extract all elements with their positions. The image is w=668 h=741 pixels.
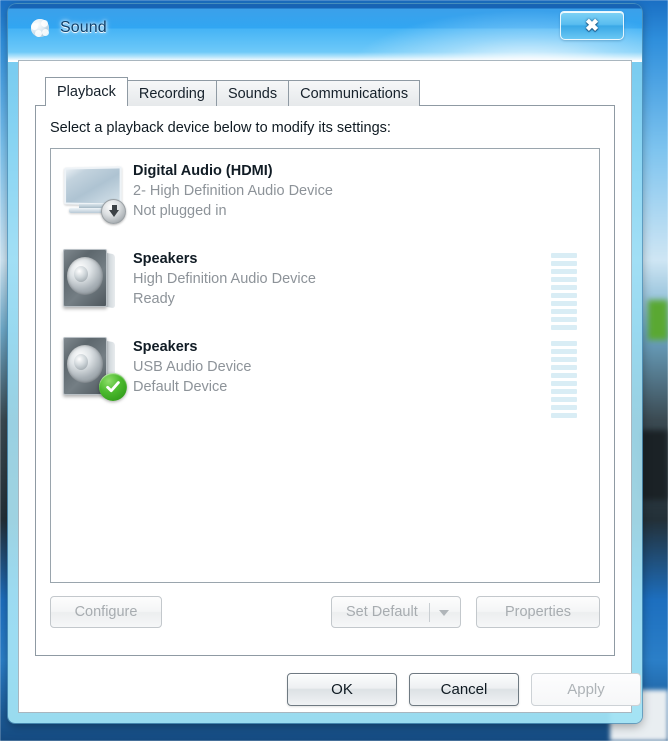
disabled-badge-icon (101, 199, 126, 224)
close-icon[interactable]: ✖ (560, 11, 624, 40)
tab-playback[interactable]: Playback (45, 77, 128, 106)
close-glyph: ✖ (584, 16, 600, 35)
device-driver: USB Audio Device (133, 359, 252, 375)
device-text-cell: Speakers High Definition Audio Device Re… (133, 243, 551, 309)
wallpaper-accent-dark (640, 430, 668, 500)
volume-meter-segment (551, 381, 577, 386)
speaker-icon (63, 249, 121, 311)
volume-meter-segment (551, 301, 577, 306)
tab-recording[interactable]: Recording (126, 80, 217, 106)
volume-meter-segment (551, 269, 577, 274)
default-check-badge-icon (99, 373, 127, 401)
volume-meter-segment (551, 365, 577, 370)
configure-button-label: Configure (74, 604, 138, 620)
tab-sounds-label: Sounds (227, 85, 278, 102)
device-status: Not plugged in (133, 203, 227, 219)
instruction-label: Select a playback device below to modify… (50, 120, 391, 136)
device-icon-cell (51, 243, 133, 317)
sound-dialog-window: Sound ✖ Playback Recording Sounds Commun… (8, 4, 642, 723)
tab-communications-label: Communications (300, 85, 409, 102)
volume-meter-segment (551, 405, 577, 410)
volume-meter-segment (551, 309, 577, 314)
tab-communications[interactable]: Communications (288, 80, 421, 106)
volume-meter-segment (551, 277, 577, 282)
tab-strip: Playback Recording Sounds Communications (45, 77, 421, 106)
apply-button-label: Apply (567, 681, 605, 698)
device-status: Default Device (133, 379, 228, 395)
set-default-button-label: Set Default (346, 604, 418, 620)
volume-meter-segment (551, 341, 577, 346)
configure-button[interactable]: Configure (50, 596, 162, 628)
volume-meter-segment (551, 285, 577, 290)
volume-meter-segment (551, 373, 577, 378)
volume-meter-segment (551, 261, 577, 266)
window-title: Sound (60, 19, 107, 36)
device-icon-cell (51, 331, 133, 405)
volume-meter-segment (551, 413, 577, 418)
ok-button[interactable]: OK (287, 673, 397, 706)
tab-recording-label: Recording (138, 85, 205, 102)
volume-meter-segment (551, 397, 577, 402)
device-name: Speakers (133, 251, 198, 267)
device-name: Digital Audio (HDMI) (133, 163, 273, 179)
volume-meter-segment (551, 357, 577, 362)
chevron-down-icon[interactable] (439, 610, 449, 616)
volume-meter (551, 341, 577, 418)
volume-meter-segment (551, 293, 577, 298)
playback-tab-panel: Select a playback device below to modify… (35, 105, 615, 656)
dialog-footer: OK Cancel Apply (19, 664, 641, 714)
sound-speaker-icon (30, 18, 50, 38)
device-icon-cell (51, 155, 133, 229)
device-driver: 2- High Definition Audio Device (133, 183, 333, 199)
device-driver: High Definition Audio Device (133, 271, 316, 287)
playback-device-list[interactable]: Digital Audio (HDMI) 2- High Definition … (50, 148, 600, 583)
wallpaper-accent-green (648, 300, 668, 340)
volume-meter-segment (551, 349, 577, 354)
title-bar-content: Sound (30, 18, 107, 38)
split-button-separator (429, 603, 430, 622)
device-status: Ready (133, 291, 175, 307)
apply-button: Apply (531, 673, 641, 706)
properties-button-label: Properties (504, 604, 572, 620)
cancel-button-label: Cancel (440, 681, 488, 698)
volume-meter-segment (551, 389, 577, 394)
set-default-button[interactable]: Set Default (331, 596, 461, 628)
dialog-client-area: Playback Recording Sounds Communications… (18, 60, 641, 714)
volume-meter-segment (551, 253, 577, 258)
device-text-cell: Digital Audio (HDMI) 2- High Definition … (133, 155, 551, 221)
device-list-item[interactable]: Speakers High Definition Audio Device Re… (51, 237, 599, 330)
ok-button-label: OK (331, 681, 353, 698)
volume-meter (551, 253, 577, 330)
cancel-button[interactable]: Cancel (409, 673, 519, 706)
device-list-item[interactable]: Digital Audio (HDMI) 2- High Definition … (51, 149, 599, 237)
device-text-cell: Speakers USB Audio Device Default Device (133, 331, 551, 397)
volume-meter-segment (551, 317, 577, 322)
device-list-item[interactable]: Speakers USB Audio Device Default Device (51, 325, 599, 418)
properties-button[interactable]: Properties (476, 596, 600, 628)
tab-playback-label: Playback (57, 84, 116, 100)
tab-sounds[interactable]: Sounds (215, 80, 290, 106)
title-bar[interactable]: Sound ✖ (8, 4, 642, 62)
device-name: Speakers (133, 339, 198, 355)
